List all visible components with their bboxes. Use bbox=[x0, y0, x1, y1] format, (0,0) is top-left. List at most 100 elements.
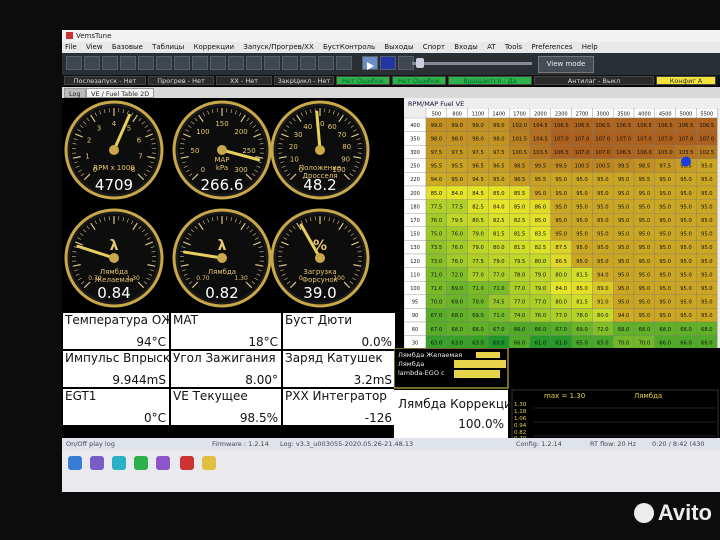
rt-flow: RT flow: 20 Hz bbox=[590, 440, 637, 448]
tab-fuel-table[interactable]: VE / Fuel Table 2D bbox=[86, 88, 155, 98]
ve-cell-value: 67.0 bbox=[493, 327, 505, 333]
menu-tables[interactable]: Таблицы bbox=[152, 43, 184, 51]
readout-panel: Температура ОЖ 94°C MAT 18°C Буст Дюти 0… bbox=[62, 312, 400, 438]
ve-cell-value: 104.5 bbox=[533, 123, 548, 129]
ve-cell-value: 95.0 bbox=[576, 259, 588, 265]
ve-row-header-label: 400 bbox=[410, 123, 420, 129]
toolbar-button-15[interactable] bbox=[318, 56, 334, 70]
ve-cursor-marker bbox=[681, 156, 691, 167]
toolbar-button-9[interactable] bbox=[210, 56, 226, 70]
ve-col-header-label: 2000 bbox=[534, 112, 547, 118]
ve-cell-value: 81.5 bbox=[514, 245, 526, 251]
toolbar-button-16[interactable] bbox=[336, 56, 352, 70]
readout-coolant-label: Температура ОЖ bbox=[65, 313, 175, 327]
menu-outputs[interactable]: Выходы bbox=[384, 43, 413, 51]
toolbar-button-2[interactable] bbox=[84, 56, 100, 70]
gauge-panel: 0 1 2 3 4 5 6 7 8 RPM x 1000 4709 0 50 100 150 200 250 30… bbox=[62, 98, 400, 312]
readout-ve-label: VE Текущее bbox=[173, 389, 248, 403]
menu-inputs[interactable]: Входы bbox=[454, 43, 478, 51]
gauge-symbol: λ bbox=[110, 238, 119, 254]
ve-cell-value: 95.0 bbox=[618, 218, 630, 224]
gauge-value: 0.82 bbox=[205, 284, 238, 302]
readout-ve-current: VE Текущее 98.5% bbox=[170, 388, 282, 426]
toolbar-button-14[interactable] bbox=[300, 56, 316, 70]
menu-preferences[interactable]: Preferences bbox=[531, 43, 572, 51]
menu-boost[interactable]: БустКонтроль bbox=[323, 43, 375, 51]
toolbar-button-11[interactable] bbox=[246, 56, 262, 70]
ve-cell-value: 95.0 bbox=[680, 204, 692, 210]
ve-cell-value: 95.0 bbox=[639, 218, 651, 224]
menu-base[interactable]: Базовые bbox=[112, 43, 143, 51]
ve-table-grid[interactable]: 500 800 1100 1400 1700 2000 2300 2700 3000 3500 40… bbox=[404, 108, 720, 370]
play-button[interactable] bbox=[362, 56, 378, 70]
menu-corrections[interactable]: Коррекции bbox=[194, 43, 235, 51]
ve-cell-value: 106.5 bbox=[595, 123, 610, 129]
ve-cell-value: 70.0 bbox=[431, 300, 443, 306]
ve-cell-value: 76.0 bbox=[431, 218, 443, 224]
ve-row-header-label: 100 bbox=[410, 286, 420, 292]
menu-start-warmup-idle[interactable]: Запуск/Прогрев/ХХ bbox=[243, 43, 313, 51]
toolbar-button-6[interactable] bbox=[156, 56, 172, 70]
readout-idle-label: PXX Интегратор bbox=[285, 389, 387, 403]
toolbar-button-4[interactable] bbox=[120, 56, 136, 70]
view-mode-button[interactable]: View mode bbox=[538, 56, 594, 73]
tab-bar: Log VE / Fuel Table 2D bbox=[62, 87, 720, 98]
toolbar-button-13[interactable] bbox=[282, 56, 298, 70]
ve-cell-value: 95.5 bbox=[431, 164, 443, 170]
record-button[interactable] bbox=[380, 56, 396, 70]
gauge-tick-label: 1 bbox=[85, 152, 89, 160]
ve-cell-value: 103.5 bbox=[533, 150, 548, 156]
slider-handle[interactable] bbox=[416, 58, 424, 68]
ve-cell-value: 95.0 bbox=[701, 204, 713, 210]
taskbar-folder-icon[interactable] bbox=[202, 456, 216, 470]
readout-ignition: Угол Зажигания 8.00° bbox=[170, 350, 282, 388]
menu-file[interactable]: File bbox=[65, 43, 77, 51]
ve-cell-value: 95.0 bbox=[451, 177, 463, 183]
ve-cell-value: 74.0 bbox=[514, 313, 526, 319]
start-icon[interactable] bbox=[68, 456, 82, 470]
gauge-tick-label: 3 bbox=[97, 125, 101, 133]
taskbar-vemstune-icon[interactable] bbox=[180, 456, 194, 470]
taskbar-whatsapp-icon[interactable] bbox=[134, 456, 148, 470]
menu-tools[interactable]: Tools bbox=[505, 43, 522, 51]
lambda-max-label: max = 1.30 bbox=[544, 392, 585, 400]
toolbar-button-1[interactable] bbox=[66, 56, 82, 70]
ve-cell-value: 95.0 bbox=[618, 204, 630, 210]
taskbar-app-icon-1[interactable] bbox=[90, 456, 104, 470]
menu-at[interactable]: AT bbox=[487, 43, 496, 51]
ve-cell-value: 107.0 bbox=[658, 136, 673, 142]
ve-cell-value: 63.0 bbox=[431, 340, 443, 346]
ve-cell-value: 95.0 bbox=[680, 313, 692, 319]
ve-row-header-label: 150 bbox=[410, 232, 420, 238]
taskbar-app-icon-2[interactable] bbox=[112, 456, 126, 470]
ve-cell-value: 106.5 bbox=[616, 150, 631, 156]
ve-cell-value: 95.0 bbox=[701, 313, 713, 319]
gauge-tick-label: 10 bbox=[290, 155, 299, 163]
menu-sport[interactable]: Спорт bbox=[423, 43, 445, 51]
menu-view[interactable]: View bbox=[86, 43, 103, 51]
ve-cell-value: 66.0 bbox=[680, 340, 692, 346]
toolbar-button-8[interactable] bbox=[192, 56, 208, 70]
log-position-slider[interactable] bbox=[412, 62, 532, 65]
toolbar-button-10[interactable] bbox=[228, 56, 244, 70]
taskbar-viber-icon[interactable] bbox=[156, 456, 170, 470]
ve-cell-value: 95.0 bbox=[597, 177, 609, 183]
toolbar-button-3[interactable] bbox=[102, 56, 118, 70]
tab-log[interactable]: Log bbox=[64, 88, 86, 98]
toolbar-button-7[interactable] bbox=[174, 56, 190, 70]
window-title: VemsTune bbox=[76, 32, 112, 40]
play-log-toggle[interactable]: On/Off play log bbox=[66, 438, 115, 450]
ve-cell-value: 95.0 bbox=[659, 300, 671, 306]
toolbar-button-12[interactable] bbox=[264, 56, 280, 70]
ve-cell-value: 95.0 bbox=[618, 191, 630, 197]
ve-row-header-label: 200 bbox=[410, 191, 420, 197]
toolbar-button-5[interactable] bbox=[138, 56, 154, 70]
ve-cell-value: 95.0 bbox=[639, 313, 651, 319]
ve-cell-value: 98.0 bbox=[451, 136, 463, 142]
menu-help[interactable]: Help bbox=[582, 43, 598, 51]
ve-cell-value: 95.0 bbox=[659, 286, 671, 292]
ve-cell-value: 89.0 bbox=[597, 286, 609, 292]
ve-cell-value: 82.5 bbox=[472, 204, 484, 210]
ve-cell-value: 76.0 bbox=[535, 313, 547, 319]
ve-cell-value: 95.0 bbox=[701, 272, 713, 278]
